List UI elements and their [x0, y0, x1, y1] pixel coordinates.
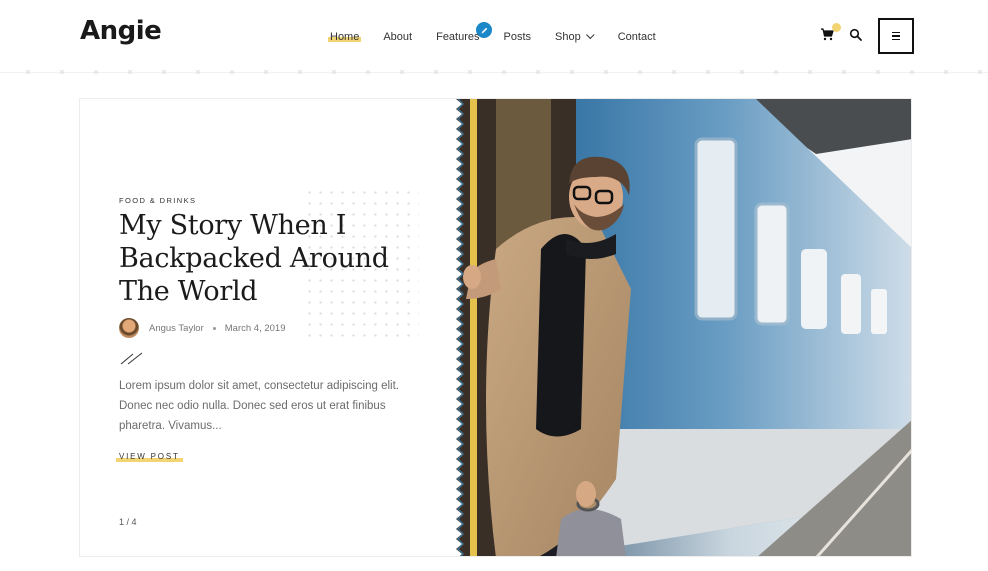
post-category[interactable]: FOOD & DRINKS	[119, 196, 196, 205]
chevron-down-icon	[585, 30, 595, 40]
post-excerpt: Lorem ipsum dolor sit amet, consectetur …	[119, 380, 399, 432]
nav-item-contact[interactable]: Contact	[618, 31, 656, 43]
cart-count-badge	[832, 23, 841, 32]
nav-item-label: Contact	[617, 31, 656, 43]
search-icon[interactable]	[849, 28, 863, 42]
main-nav: Home About Features Posts Shop Contact	[328, 22, 680, 46]
view-post-button[interactable]: VIEW POST	[116, 452, 183, 462]
featured-slide: FOOD & DRINKS My Story When I Backpacked…	[79, 98, 912, 557]
nav-item-shop[interactable]: Shop	[555, 30, 595, 43]
double-slash-divider	[120, 352, 143, 365]
menu-bar	[892, 38, 900, 41]
site-logo[interactable]: Angie	[80, 16, 162, 46]
nav-item-label: About	[383, 31, 413, 43]
x-pattern-divider	[25, 69, 983, 75]
nav-item-label: Posts	[503, 31, 532, 43]
nav-item-home[interactable]: Home	[328, 31, 362, 43]
post-title[interactable]: My Story When I Backpacked Around The Wo…	[119, 209, 429, 308]
menu-bar	[892, 35, 900, 37]
view-post-label: VIEW POST	[119, 452, 180, 461]
menu-icon[interactable]	[878, 18, 914, 54]
cart-icon[interactable]	[820, 23, 841, 41]
nav-item-label: Shop	[555, 31, 581, 43]
post-featured-image[interactable]	[456, 99, 911, 556]
post-meta: Angus Taylor March 4, 2019	[119, 317, 285, 339]
menu-bar	[892, 31, 900, 34]
nav-item-label: Home	[330, 31, 360, 43]
nav-item-posts[interactable]: Posts	[504, 31, 532, 43]
post-date: March 4, 2019	[224, 322, 286, 334]
nav-item-label: Features	[436, 31, 480, 43]
nav-item-features[interactable]: Features	[436, 22, 493, 43]
meta-separator	[212, 326, 216, 330]
site-header: Angie Home About Features Posts Shop Con…	[0, 0, 988, 72]
nav-item-about[interactable]: About	[383, 31, 412, 43]
author-avatar[interactable]	[119, 318, 139, 338]
slide-counter: 1 / 4	[119, 517, 137, 527]
author-name[interactable]: Angus Taylor	[149, 323, 204, 334]
zigzag-edge-decoration	[456, 99, 464, 556]
